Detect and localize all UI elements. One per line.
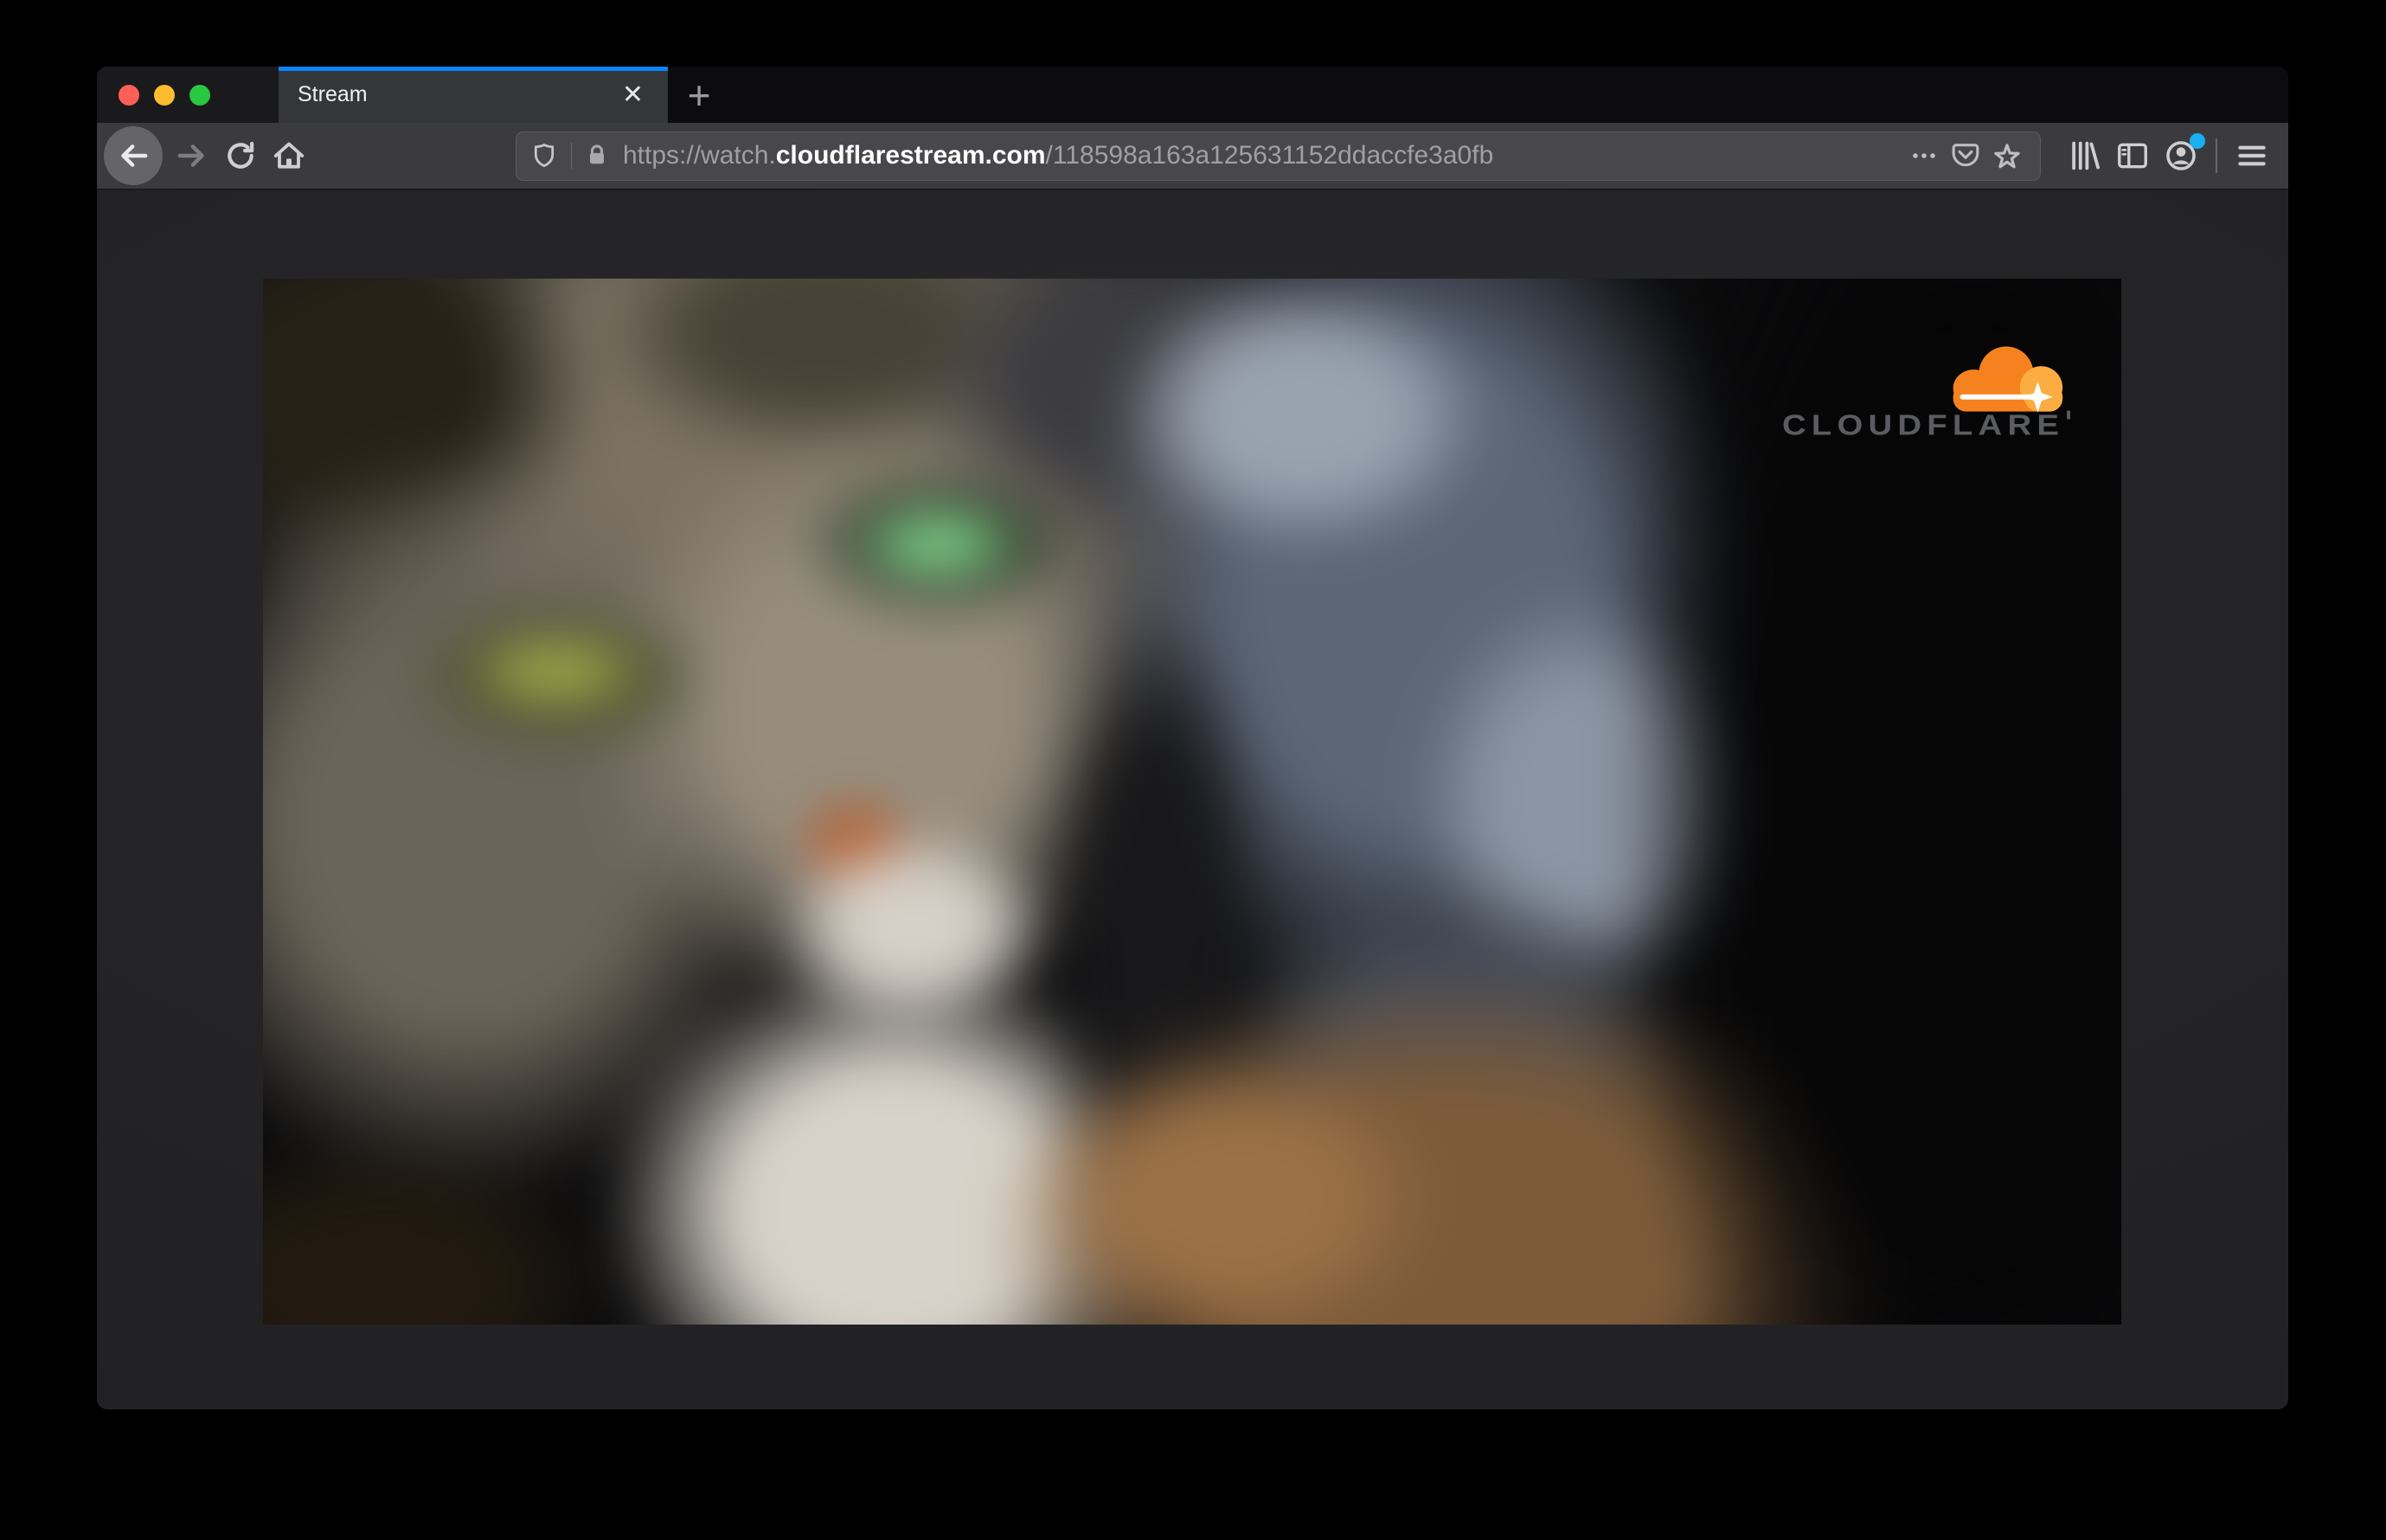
home-icon <box>273 142 305 169</box>
url-prefix: https://watch. <box>623 141 776 170</box>
account-notification-dot <box>2190 133 2205 149</box>
menu-button[interactable] <box>2228 132 2276 180</box>
browser-window: Stream ✕ + https://watch.cloudflarestrea… <box>97 67 2288 1409</box>
url-domain: cloudflarestream.com <box>775 141 1046 170</box>
ellipsis-icon <box>1913 153 1935 158</box>
page-content: CLOUDFLARE <box>97 190 2288 1408</box>
video-player[interactable]: CLOUDFLARE <box>263 279 2121 1325</box>
pocket-icon <box>1952 144 1979 167</box>
reload-icon <box>228 141 254 169</box>
bookmark-star-button[interactable] <box>1986 135 2028 176</box>
new-tab-button[interactable]: + <box>668 67 730 123</box>
tab-bar: Stream ✕ + <box>97 67 2288 123</box>
traffic-light-minimize[interactable] <box>154 84 175 106</box>
forward-button[interactable] <box>168 132 216 180</box>
tab-stream[interactable]: Stream ✕ <box>279 67 668 123</box>
navigation-toolbar: https://watch.cloudflarestream.com/11859… <box>97 123 2288 190</box>
desktop-background: { "window": { "traffic_lights": [ {"name… <box>0 0 2386 1540</box>
address-bar[interactable]: https://watch.cloudflarestream.com/11859… <box>516 131 2041 181</box>
library-icon <box>2072 141 2100 170</box>
sidebar-icon <box>2118 143 2147 169</box>
library-button[interactable] <box>2060 132 2108 180</box>
cloudflare-wordmark: CLOUDFLARE <box>1782 409 2064 441</box>
reload-button[interactable] <box>216 132 265 180</box>
tab-bar-spacer <box>730 67 2288 123</box>
url-path: /118598a163a125631152ddaccfe3a0fb <box>1045 141 1494 170</box>
hamburger-menu-icon <box>2238 145 2266 166</box>
tab-close-icon[interactable]: ✕ <box>617 77 649 113</box>
traffic-light-close[interactable] <box>119 84 139 106</box>
back-button[interactable] <box>104 126 163 185</box>
lock-icon[interactable] <box>583 142 611 170</box>
toolbar-separator <box>2216 138 2217 173</box>
traffic-lights <box>97 67 279 123</box>
cloudflare-logo: CLOUDFLARE <box>1782 346 2071 441</box>
cloudflare-cloud-icon <box>1953 346 2063 413</box>
star-icon <box>1994 144 2020 169</box>
account-button[interactable] <box>2157 132 2205 180</box>
cloud-flare-line <box>1959 394 2032 400</box>
arrow-left-icon <box>121 144 148 167</box>
trademark-tick <box>2067 410 2071 420</box>
save-to-pocket-button[interactable] <box>1945 135 1986 176</box>
arrow-right-icon <box>177 144 204 167</box>
url-text[interactable]: https://watch.cloudflarestream.com/11859… <box>623 141 1903 170</box>
tab-title: Stream <box>298 82 368 106</box>
sidebar-toggle-button[interactable] <box>2108 132 2157 180</box>
page-actions-button[interactable] <box>1903 135 1945 176</box>
urlbar-separator <box>571 143 572 169</box>
home-button[interactable] <box>265 132 313 180</box>
traffic-light-zoom[interactable] <box>189 84 210 106</box>
tracking-protection-shield-icon[interactable] <box>529 140 560 171</box>
